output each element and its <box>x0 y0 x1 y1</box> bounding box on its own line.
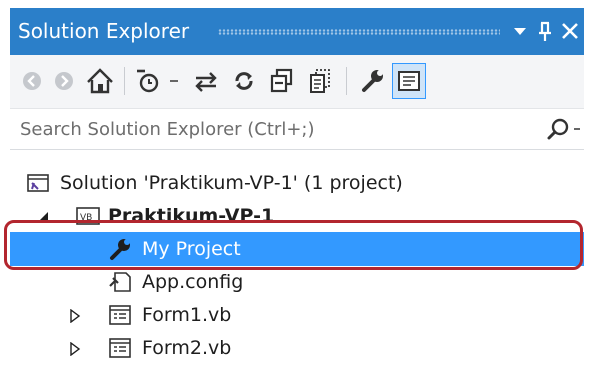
toolbar-separator <box>346 67 347 95</box>
toolbar <box>10 55 584 109</box>
pin-icon[interactable] <box>533 16 557 46</box>
search-input[interactable]: Search Solution Explorer (Ctrl+;) <box>20 118 315 142</box>
dropdown-arrow-icon[interactable] <box>508 16 532 46</box>
collapsed-arrow-icon[interactable] <box>68 308 82 324</box>
dropdown-arrow-icon[interactable] <box>164 65 184 97</box>
tree-node-form1[interactable]: Form1.vb <box>10 298 584 332</box>
solution-explorer-panel: Solution Explorer Search Solution Explor… <box>0 0 594 373</box>
home-icon[interactable] <box>82 65 118 97</box>
toolbar-separator <box>124 67 125 95</box>
tree-item-label: App.config <box>142 271 244 293</box>
pending-changes-icon[interactable] <box>132 65 164 97</box>
collapsed-arrow-icon[interactable] <box>68 341 82 357</box>
title-bar: Solution Explorer <box>10 8 584 55</box>
expanded-arrow-icon[interactable] <box>36 209 50 223</box>
solution-tree: Solution 'Praktikum-VP-1' (1 project) VB… <box>10 158 584 373</box>
search-box[interactable]: Search Solution Explorer (Ctrl+;) <box>10 110 584 150</box>
preview-selected-items-icon[interactable] <box>392 63 426 99</box>
title-bar-grip[interactable] <box>218 29 500 35</box>
project-label: Praktikum-VP-1 <box>108 205 275 227</box>
back-icon[interactable] <box>16 65 48 97</box>
solution-icon <box>26 171 50 195</box>
show-all-files-icon[interactable] <box>304 65 336 97</box>
tree-node-my-project[interactable]: My Project <box>10 232 584 266</box>
collapse-all-icon[interactable] <box>266 65 298 97</box>
tree-item-label: Form2.vb <box>142 337 232 359</box>
refresh-icon[interactable] <box>228 65 260 97</box>
tree-node-app-config[interactable]: App.config <box>10 265 584 299</box>
tree-node-solution[interactable]: Solution 'Praktikum-VP-1' (1 project) <box>10 166 584 200</box>
tree-node-project[interactable]: VB Praktikum-VP-1 <box>10 199 584 233</box>
tree-item-label: Form1.vb <box>142 304 232 326</box>
sync-icon[interactable] <box>190 65 222 97</box>
wrench-icon <box>108 237 132 261</box>
form-icon <box>108 336 132 360</box>
solution-label: Solution 'Praktikum-VP-1' (1 project) <box>60 172 403 194</box>
vb-project-icon: VB <box>76 204 100 228</box>
panel-title: Solution Explorer <box>18 19 190 43</box>
tree-item-label: My Project <box>142 238 241 260</box>
config-file-icon <box>108 270 132 294</box>
tree-node-form2[interactable]: Form2.vb <box>10 331 584 365</box>
form-icon <box>108 303 132 327</box>
svg-text:VB: VB <box>80 213 92 223</box>
forward-icon[interactable] <box>48 65 80 97</box>
search-icon[interactable] <box>543 117 587 143</box>
close-icon[interactable] <box>558 16 582 46</box>
properties-icon[interactable] <box>356 65 388 97</box>
